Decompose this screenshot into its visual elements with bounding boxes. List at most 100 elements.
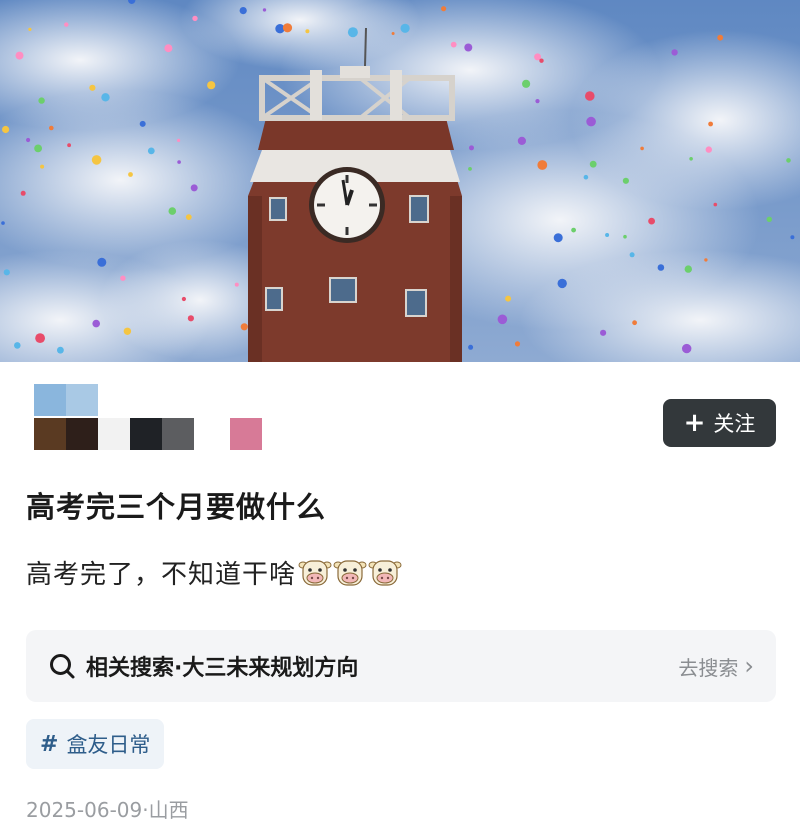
balloon — [469, 145, 474, 151]
balloon — [629, 252, 635, 258]
balloon — [207, 81, 216, 90]
cow-face-emoji — [298, 559, 332, 586]
balloon — [35, 333, 45, 343]
balloon — [400, 23, 410, 33]
post-body-text: 高考完了，不知道干啥 — [26, 560, 297, 590]
balloon — [2, 125, 10, 134]
related-search-bar[interactable]: 相关搜索·大三未来规划方向 去搜索 › — [26, 630, 776, 702]
balloon — [671, 49, 678, 56]
plus-icon: + — [683, 408, 706, 438]
pixel-block — [34, 384, 66, 416]
balloon — [623, 234, 627, 239]
pixel-block — [230, 418, 262, 450]
balloon — [177, 160, 181, 164]
balloon — [704, 258, 708, 262]
balloon — [517, 136, 527, 145]
balloon — [505, 295, 512, 302]
balloon — [497, 314, 508, 325]
balloon — [185, 214, 192, 221]
balloon — [67, 143, 71, 148]
balloon — [128, 172, 133, 177]
balloon — [26, 137, 31, 143]
balloon — [28, 27, 32, 31]
balloon — [622, 177, 630, 184]
balloon — [49, 125, 54, 131]
balloon — [632, 320, 637, 326]
balloon — [34, 144, 42, 153]
balloon — [557, 278, 567, 289]
follow-button[interactable]: + 关注 — [663, 399, 776, 447]
pixel-block — [162, 418, 194, 450]
balloon — [682, 343, 692, 354]
balloon — [553, 233, 563, 243]
balloon — [91, 155, 102, 165]
balloon — [234, 282, 239, 287]
balloon — [585, 91, 595, 101]
pixel-block — [98, 418, 130, 450]
balloon — [522, 79, 531, 88]
balloon — [441, 6, 447, 12]
balloon — [305, 29, 310, 34]
balloon — [262, 8, 267, 12]
balloon — [187, 315, 194, 322]
balloon — [657, 264, 665, 271]
balloon — [535, 99, 540, 104]
pixel-block — [34, 418, 66, 450]
post-date-location: 2025-06-09·山西 — [26, 798, 189, 822]
balloon — [15, 51, 24, 60]
balloon — [20, 190, 26, 196]
balloon — [120, 275, 126, 281]
balloon — [38, 97, 45, 104]
cow-face-emoji — [368, 559, 402, 586]
author-avatar-pixelated[interactable] — [34, 384, 274, 454]
balloon — [97, 257, 107, 267]
follow-label: 关注 — [713, 412, 756, 436]
related-search-label: 相关搜索·大三未来规划方向 — [86, 656, 359, 681]
balloon — [539, 58, 544, 63]
balloon — [586, 116, 596, 127]
balloon — [713, 202, 718, 207]
balloon — [468, 167, 472, 171]
balloon — [790, 235, 795, 240]
balloon — [282, 23, 293, 33]
balloon — [192, 15, 198, 22]
balloon — [640, 146, 644, 151]
balloon — [92, 319, 100, 328]
balloon — [514, 341, 521, 347]
balloon — [600, 329, 607, 336]
balloon — [13, 342, 21, 349]
balloon — [583, 174, 589, 180]
balloon — [3, 269, 10, 276]
balloon — [101, 93, 110, 102]
balloon — [139, 120, 146, 127]
balloon — [147, 147, 155, 155]
post-hero-image[interactable] — [0, 0, 800, 362]
balloon — [684, 265, 692, 273]
go-search-label: 去搜索 — [678, 655, 739, 680]
balloon — [347, 27, 358, 38]
balloon — [571, 227, 576, 233]
balloon — [89, 84, 96, 91]
balloon — [450, 41, 457, 48]
go-search-link[interactable]: 去搜索 › — [678, 652, 754, 681]
balloon — [190, 184, 198, 192]
balloon — [239, 7, 247, 15]
balloon — [468, 344, 474, 350]
balloon — [177, 138, 181, 142]
pixel-block — [66, 384, 98, 416]
balloon — [64, 22, 69, 27]
post-body: 高考完了，不知道干啥 — [26, 554, 403, 591]
balloon — [589, 160, 597, 168]
balloon — [240, 323, 248, 331]
emoji-row — [298, 557, 403, 589]
balloon — [57, 346, 64, 354]
search-icon — [50, 654, 75, 679]
topic-tag[interactable]: # 盒友日常 — [26, 719, 165, 769]
post-title: 高考完三个月要做什么 — [26, 490, 327, 524]
balloon — [605, 233, 610, 237]
balloon — [40, 164, 45, 169]
balloon — [766, 216, 772, 222]
balloon — [123, 327, 132, 335]
balloon — [705, 146, 712, 153]
clock-tower-photo — [0, 0, 800, 362]
